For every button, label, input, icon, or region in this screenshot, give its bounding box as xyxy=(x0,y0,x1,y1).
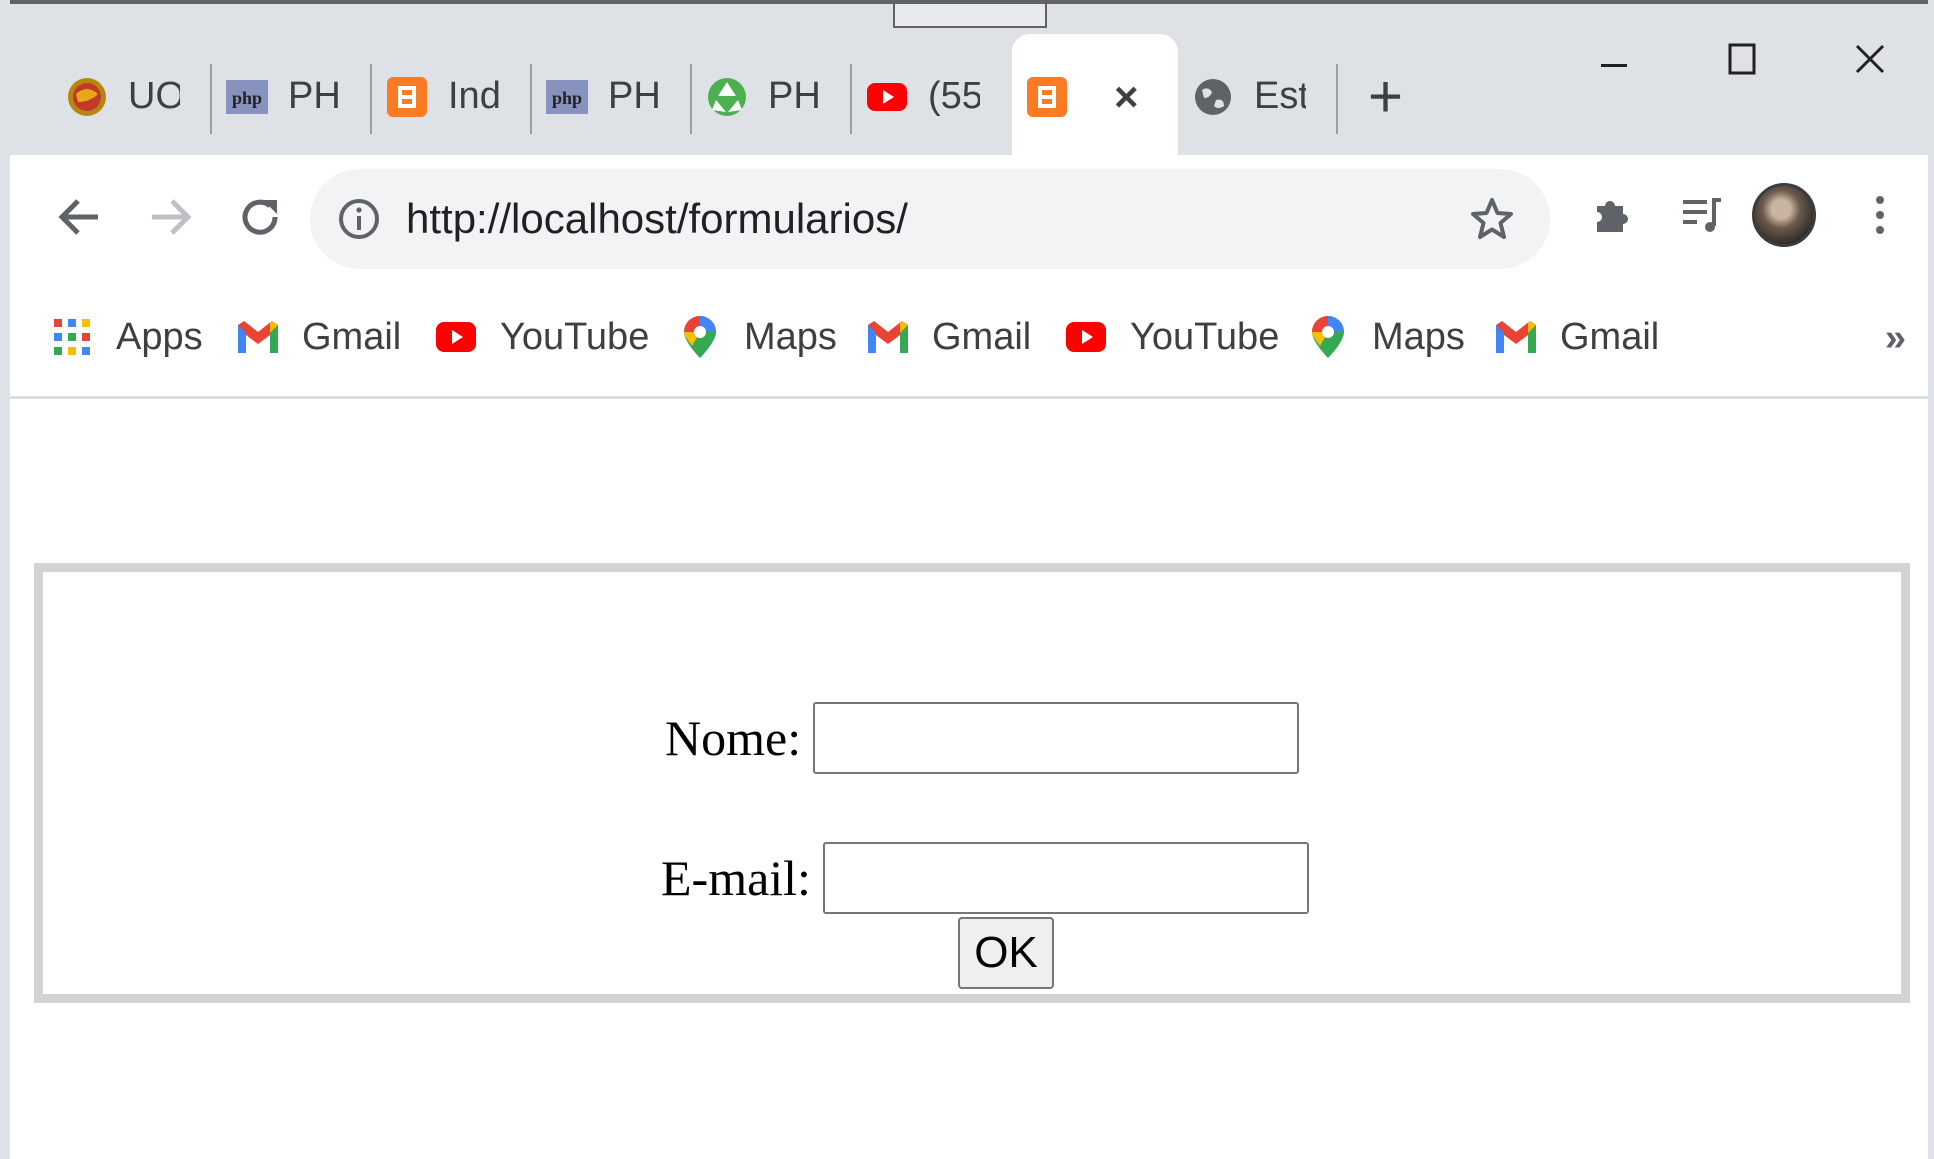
tab-ind[interactable]: Ind xyxy=(372,34,532,159)
new-tab-button[interactable]: + xyxy=(1368,66,1403,127)
tab-title: PHP xyxy=(288,75,340,117)
info-icon[interactable] xyxy=(336,196,382,242)
youtube-icon xyxy=(1064,315,1108,359)
window-right-border xyxy=(1928,0,1934,1159)
tab-active-xampp[interactable]: × xyxy=(1012,34,1178,159)
bookmark-label: Apps xyxy=(116,315,203,358)
bookmark-gmail-1[interactable]: Gmail xyxy=(236,307,401,367)
email-label: E-mail: xyxy=(661,850,811,906)
forward-button[interactable] xyxy=(138,185,202,249)
youtube-icon xyxy=(866,76,908,118)
bookmark-apps[interactable]: Apps xyxy=(50,307,203,367)
tab-title: Ind xyxy=(448,75,500,117)
bookmark-label: YouTube xyxy=(500,315,650,358)
bookmark-maps-1[interactable]: Maps xyxy=(678,307,837,367)
bookmarks-bar: Apps Gmail YouTube Maps Gmail YouTube Ma… xyxy=(10,287,1934,399)
page-content: Nome: E-mail: OK xyxy=(10,399,1934,1159)
minimize-icon xyxy=(1601,64,1627,67)
arrow-left-icon xyxy=(58,199,98,235)
window-drag-handle[interactable] xyxy=(893,4,1047,28)
tab-title: UO xyxy=(128,75,180,117)
bookmark-label: Gmail xyxy=(932,315,1032,358)
menu-kebab-icon[interactable] xyxy=(1848,183,1912,247)
bookmark-maps-2[interactable]: Maps xyxy=(1306,307,1465,367)
bookmark-youtube-1[interactable]: YouTube xyxy=(434,307,649,367)
reload-button[interactable] xyxy=(228,185,292,249)
uo-globe-icon xyxy=(66,76,108,118)
window-controls xyxy=(1550,24,1934,94)
name-input[interactable] xyxy=(813,702,1300,774)
extensions-puzzle-icon[interactable] xyxy=(1580,183,1644,247)
name-label: Nome: xyxy=(665,710,802,766)
gmail-icon xyxy=(236,315,280,359)
tab-php-1[interactable]: php PHP xyxy=(212,34,372,159)
tab-uo[interactable]: UO xyxy=(52,34,212,159)
gmail-icon xyxy=(866,315,910,359)
email-row: E-mail: xyxy=(661,842,1309,914)
globe-icon xyxy=(1192,76,1234,118)
browser-window: UO php PHP xyxy=(0,0,1934,1159)
gmail-icon xyxy=(1494,315,1538,359)
xampp-icon xyxy=(386,76,428,118)
bookmark-label: Maps xyxy=(1372,315,1465,358)
minimize-button[interactable] xyxy=(1550,24,1678,94)
tab-est[interactable]: Est xyxy=(1178,34,1338,159)
maximize-icon xyxy=(1728,43,1756,75)
recycle-icon xyxy=(706,76,748,118)
profile-avatar[interactable] xyxy=(1752,183,1816,247)
php-icon: php xyxy=(226,76,268,118)
close-window-button[interactable] xyxy=(1806,24,1934,94)
tab-strip: UO php PHP xyxy=(10,0,1934,159)
ok-submit-button[interactable]: OK xyxy=(958,917,1054,989)
bookmarks-overflow-chevron-icon[interactable]: » xyxy=(1885,317,1906,360)
email-input[interactable] xyxy=(822,842,1309,914)
bookmark-star-icon[interactable] xyxy=(1462,189,1522,249)
bookmark-gmail-3[interactable]: Gmail xyxy=(1494,307,1659,367)
form-fieldset: Nome: E-mail: OK xyxy=(34,563,1910,1003)
php-icon: php xyxy=(546,76,588,118)
media-queue-icon[interactable] xyxy=(1670,183,1734,247)
tab-youtube[interactable]: (55) xyxy=(852,34,1012,159)
maps-pin-icon xyxy=(1306,315,1350,359)
reload-icon xyxy=(242,199,278,235)
bookmark-gmail-2[interactable]: Gmail xyxy=(866,307,1031,367)
youtube-icon xyxy=(434,315,478,359)
tab-list: UO php PHP xyxy=(52,34,1403,159)
maps-pin-icon xyxy=(678,315,722,359)
tab-title: (55) xyxy=(928,75,980,117)
bookmark-label: Gmail xyxy=(1560,315,1660,358)
back-button[interactable] xyxy=(48,185,112,249)
svg-text:php: php xyxy=(232,88,262,108)
tab-separator xyxy=(1336,64,1338,134)
browser-toolbar: http://localhost/formularios/ xyxy=(10,155,1934,287)
svg-text:php: php xyxy=(552,88,582,108)
name-row: Nome: xyxy=(665,702,1300,774)
bookmark-label: YouTube xyxy=(1130,315,1280,358)
close-tab-icon[interactable]: × xyxy=(1114,73,1139,121)
url-text[interactable]: http://localhost/formularios/ xyxy=(406,195,1462,243)
tab-title: Est xyxy=(1254,75,1306,117)
apps-grid-icon xyxy=(50,315,94,359)
tab-php-2[interactable]: php PHP xyxy=(532,34,692,159)
tab-title: PHP xyxy=(608,75,660,117)
xampp-icon xyxy=(1026,76,1068,118)
address-bar[interactable]: http://localhost/formularios/ xyxy=(310,169,1550,269)
bookmark-youtube-2[interactable]: YouTube xyxy=(1064,307,1279,367)
arrow-right-icon xyxy=(152,199,192,235)
bookmark-label: Gmail xyxy=(302,315,402,358)
tab-php-3[interactable]: PHP xyxy=(692,34,852,159)
close-icon xyxy=(1855,44,1885,74)
tab-title: PHP xyxy=(768,75,820,117)
maximize-button[interactable] xyxy=(1678,24,1806,94)
bookmark-label: Maps xyxy=(744,315,837,358)
